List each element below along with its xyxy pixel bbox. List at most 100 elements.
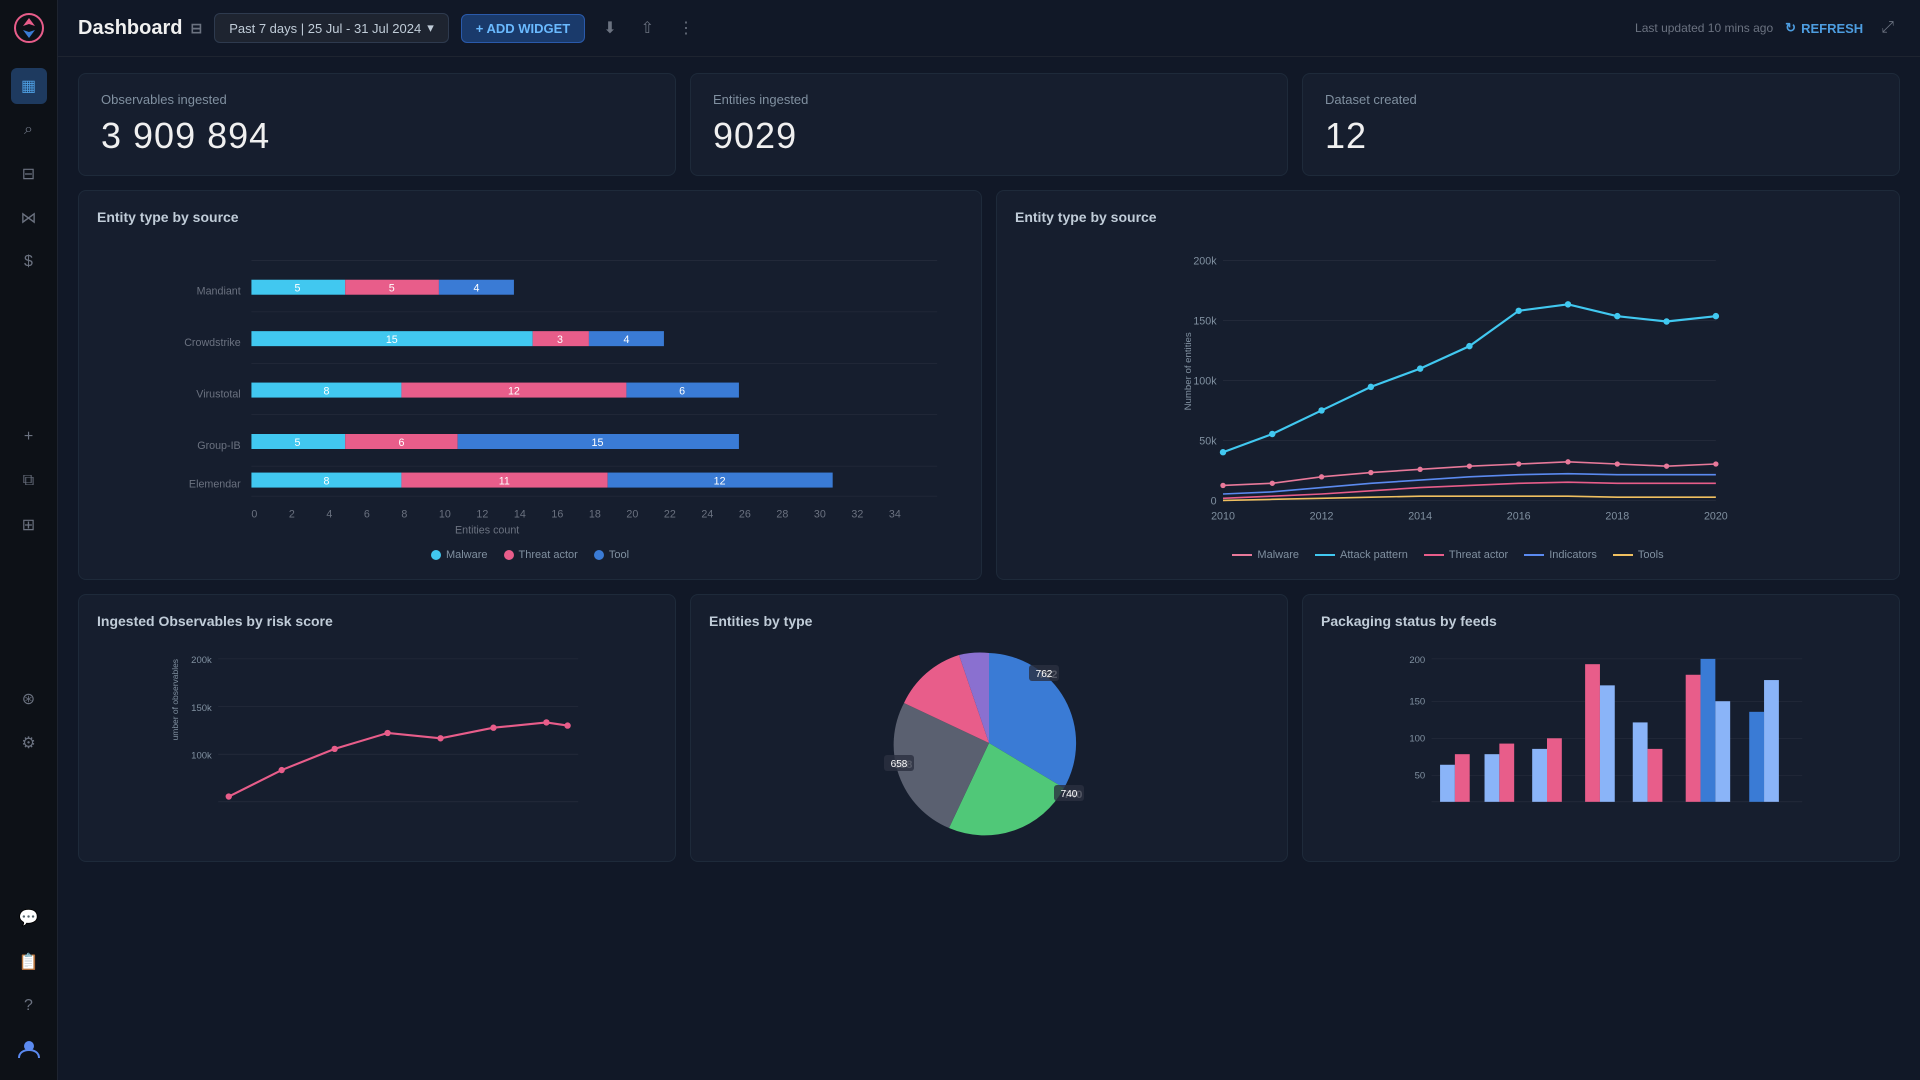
svg-text:2010: 2010 [1211, 511, 1235, 523]
packaging-status-svg: 200 150 100 50 [1321, 643, 1881, 823]
svg-text:8: 8 [323, 385, 329, 397]
svg-text:2: 2 [289, 509, 295, 521]
line-chart-container: 200k 150k 100k 50k 0 Number of entities … [1015, 239, 1881, 539]
sidebar-item-integrations[interactable]: ⊛ [11, 681, 47, 717]
entity-type-line-title: Entity type by source [1015, 209, 1881, 225]
add-widget-button[interactable]: + ADD WIDGET [461, 14, 586, 43]
ingested-observables-chart: 200k 150k 100k umber of observables [97, 643, 657, 823]
svg-text:50: 50 [1415, 771, 1426, 782]
stat-value-0: 3 909 894 [101, 115, 653, 157]
refresh-button[interactable]: ↻ REFRESH [1785, 20, 1863, 36]
svg-text:11: 11 [499, 475, 510, 487]
svg-text:Number of entities: Number of entities [1183, 332, 1194, 410]
legend-tool-label: Tool [609, 549, 629, 561]
svg-text:30: 30 [814, 509, 826, 521]
packaging-status-chart: 200 150 100 50 [1321, 643, 1881, 823]
stat-value-2: 12 [1325, 115, 1877, 157]
svg-text:150k: 150k [191, 703, 212, 714]
fullscreen-button[interactable]: ⤢ [1875, 13, 1900, 43]
svg-text:0: 0 [1211, 496, 1217, 508]
chart-row-1: Entity type by source Mandiant Crowdstri… [78, 190, 1900, 580]
sidebar-item-intel[interactable]: $ [11, 244, 47, 280]
sidebar-item-docs[interactable]: 📋 [11, 944, 47, 980]
svg-text:4: 4 [326, 509, 332, 521]
sidebar-item-cases[interactable]: ⊟ [11, 156, 47, 192]
sidebar: ▦ ⌕ ⊟ ⋈ $ + ⧉ ⊞ ⊛ ⚙ 💬 📋 ? [0, 0, 58, 1080]
bar-chart-container: Mandiant Crowdstrike Virustotal Group-IB… [97, 239, 963, 539]
sidebar-item-graph[interactable]: ⋈ [11, 200, 47, 236]
svg-text:18: 18 [589, 509, 601, 521]
download-button[interactable]: ⬇ [597, 12, 622, 44]
stat-card-observables: Observables ingested 3 909 894 [78, 73, 676, 176]
sidebar-item-chat[interactable]: 💬 [11, 900, 47, 936]
svg-text:100: 100 [1409, 733, 1425, 744]
svg-text:3: 3 [557, 334, 563, 346]
sidebar-item-layers[interactable]: ⧉ [11, 463, 47, 499]
stat-label-0: Observables ingested [101, 92, 653, 107]
pie-chart-svg: 762 762 740 740 658 658 [879, 643, 1099, 843]
legend-malware: Malware [431, 549, 488, 561]
sidebar-item-settings[interactable]: ⚙ [11, 725, 47, 761]
svg-text:762: 762 [1036, 669, 1053, 680]
svg-text:20: 20 [626, 509, 638, 521]
legend-lc-threat-label: Threat actor [1449, 549, 1508, 561]
svg-text:26: 26 [739, 509, 751, 521]
svg-text:6: 6 [398, 437, 404, 449]
svg-text:200k: 200k [1193, 256, 1217, 268]
legend-lc-threat: Threat actor [1424, 549, 1508, 561]
packaging-status-title: Packaging status by feeds [1321, 613, 1881, 629]
legend-lc-malware-label: Malware [1257, 549, 1299, 561]
pie-chart-container: 762 762 740 740 658 658 [709, 643, 1269, 843]
svg-text:6: 6 [364, 509, 370, 521]
svg-text:2018: 2018 [1605, 511, 1629, 523]
line-chart-svg: 200k 150k 100k 50k 0 Number of entities … [1015, 239, 1881, 539]
svg-text:200k: 200k [191, 655, 212, 666]
entity-type-bar-title: Entity type by source [97, 209, 963, 225]
svg-text:6: 6 [679, 385, 685, 397]
refresh-icon: ↻ [1785, 20, 1796, 36]
stat-card-entities: Entities ingested 9029 [690, 73, 1288, 176]
entity-type-line-card: Entity type by source 200k 150k 100k 50k [996, 190, 1900, 580]
legend-lc-indicators: Indicators [1524, 549, 1597, 561]
bar-chart-legend: Malware Threat actor Tool [97, 549, 963, 561]
svg-text:34: 34 [889, 509, 901, 521]
svg-text:4: 4 [623, 334, 629, 346]
stat-card-dataset: Dataset created 12 [1302, 73, 1900, 176]
svg-text:24: 24 [701, 509, 713, 521]
svg-text:22: 22 [664, 509, 676, 521]
svg-text:100k: 100k [1193, 376, 1217, 388]
sidebar-item-search[interactable]: ⌕ [11, 112, 47, 148]
svg-text:2012: 2012 [1310, 511, 1334, 523]
svg-text:umber of observables: umber of observables [170, 659, 180, 740]
date-range-button[interactable]: Past 7 days | 25 Jul - 31 Jul 2024 ▾ [214, 13, 449, 43]
stat-value-1: 9029 [713, 115, 1265, 157]
header-right: Last updated 10 mins ago ↻ REFRESH ⤢ [1635, 13, 1900, 43]
svg-text:28: 28 [776, 509, 788, 521]
sidebar-item-help[interactable]: ? [11, 988, 47, 1024]
app-logo[interactable] [13, 12, 45, 44]
sidebar-item-add[interactable]: + [11, 419, 47, 455]
svg-text:32: 32 [851, 509, 863, 521]
sidebar-item-user[interactable] [11, 1032, 47, 1068]
svg-text:4: 4 [473, 283, 479, 295]
share-button[interactable]: ⇧ [635, 12, 660, 44]
svg-text:100k: 100k [191, 750, 212, 761]
svg-text:10: 10 [439, 509, 451, 521]
svg-text:0: 0 [251, 509, 257, 521]
main-content: Dashboard ⊟ Past 7 days | 25 Jul - 31 Ju… [58, 0, 1920, 1080]
stat-label-2: Dataset created [1325, 92, 1877, 107]
legend-lc-attack-label: Attack pattern [1340, 549, 1408, 561]
sidebar-item-dashboard[interactable]: ▦ [11, 68, 47, 104]
header: Dashboard ⊟ Past 7 days | 25 Jul - 31 Ju… [58, 0, 1920, 57]
sidebar-item-reports[interactable]: ⊞ [11, 507, 47, 543]
more-options-button[interactable]: ⋮ [672, 12, 700, 44]
title-text: Dashboard [78, 17, 182, 40]
refresh-label: REFRESH [1801, 21, 1863, 36]
legend-threat-actor: Threat actor [504, 549, 578, 561]
svg-text:12: 12 [508, 385, 520, 397]
svg-text:15: 15 [386, 334, 398, 346]
svg-text:16: 16 [551, 509, 563, 521]
svg-text:14: 14 [514, 509, 526, 521]
svg-text:Elemendar: Elemendar [189, 479, 241, 491]
svg-text:200: 200 [1409, 655, 1425, 666]
